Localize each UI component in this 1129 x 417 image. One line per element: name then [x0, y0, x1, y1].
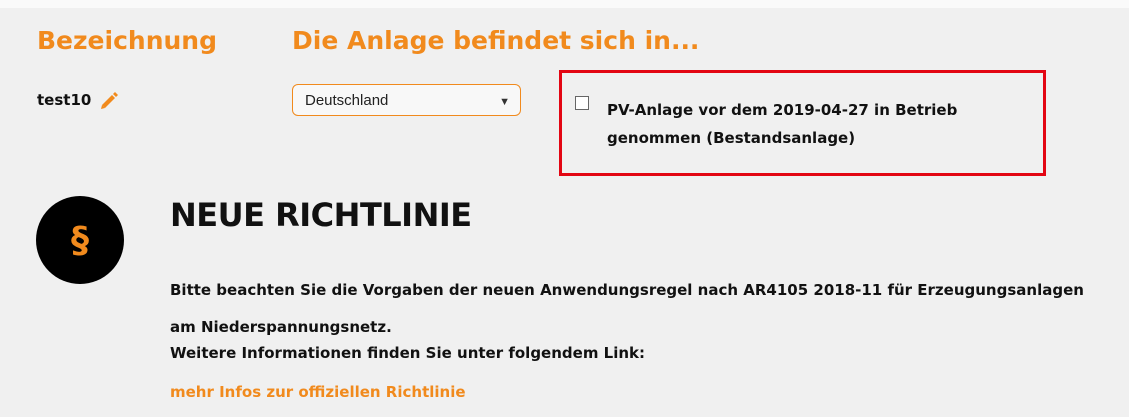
existing-plant-checkbox-label[interactable]: PV-Anlage vor dem 2019-04-27 in Betrieb … [607, 96, 1027, 152]
location-heading: Die Anlage befindet sich in... [292, 26, 700, 55]
top-bar [0, 0, 1129, 8]
paragraph-section-icon: § [36, 196, 124, 284]
plant-name-row: test10 [37, 90, 119, 110]
notice-text: Bitte beachten Sie die Vorgaben der neue… [170, 281, 1084, 336]
country-select[interactable]: Deutschland ▼ [292, 84, 521, 116]
guideline-link[interactable]: mehr Infos zur offiziellen Richtlinie [170, 383, 466, 401]
notice-info: Weitere Informationen finden Sie unter f… [170, 344, 646, 362]
existing-plant-checkbox[interactable] [575, 96, 589, 110]
name-heading: Bezeichnung [37, 26, 217, 55]
paragraph-symbol: § [71, 219, 89, 261]
country-select-value: Deutschland [305, 91, 389, 109]
notice-title: NEUE RICHTLINIE [170, 196, 472, 234]
caret-down-icon: ▼ [499, 96, 510, 108]
pencil-icon[interactable] [99, 90, 119, 110]
plant-name: test10 [37, 91, 92, 109]
